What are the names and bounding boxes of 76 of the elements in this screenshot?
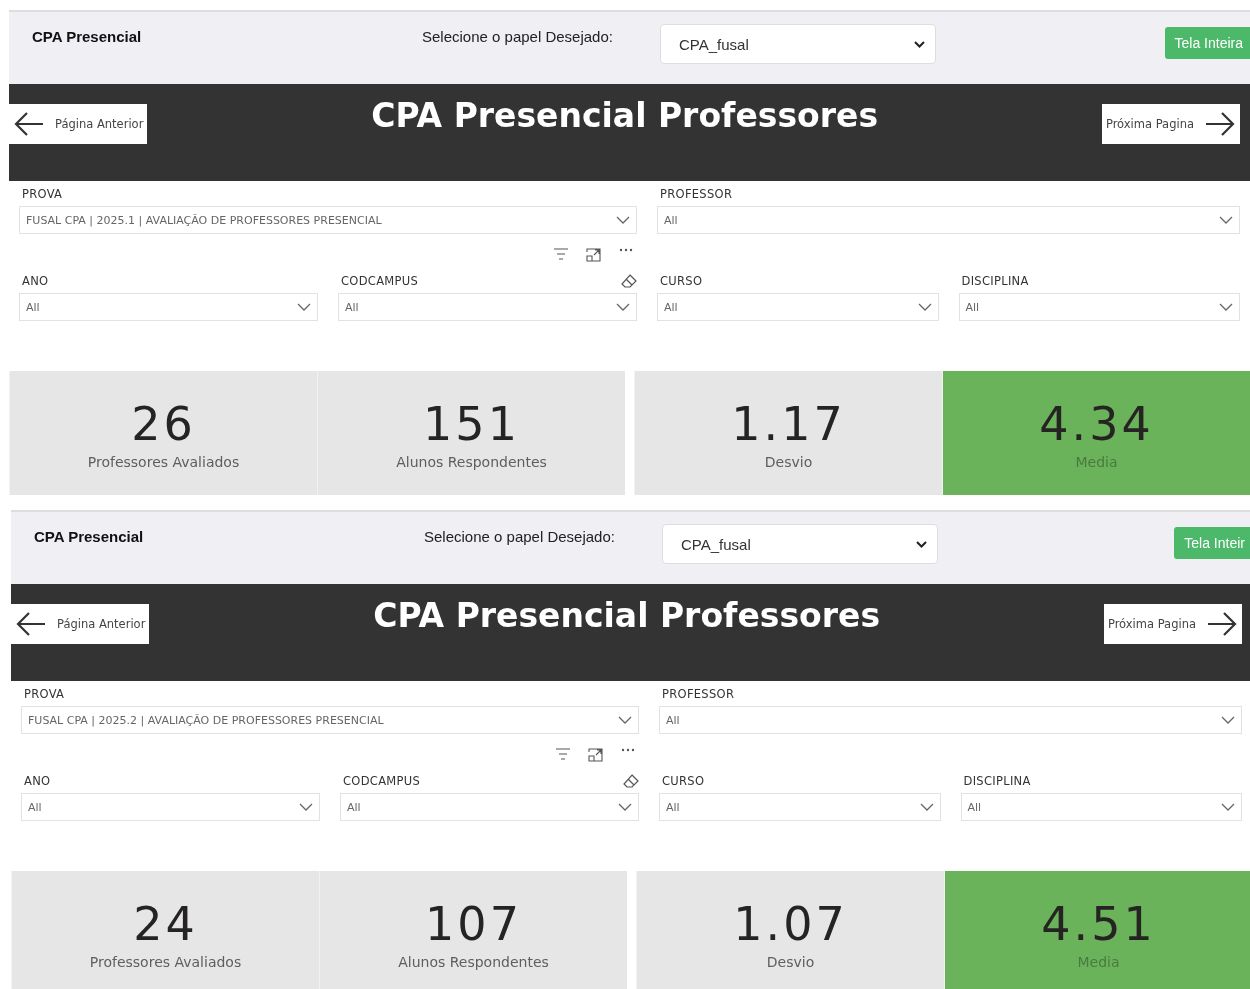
previous-page-button[interactable]: Página Anterior (9, 104, 148, 144)
app-title: CPA Presencial (34, 528, 145, 545)
slicer-dropdown[interactable]: All (21, 793, 320, 821)
slicer-label: ANO (22, 274, 49, 288)
slicer-dropdown[interactable]: All (659, 706, 1242, 734)
kpi-value: 1.07 (733, 899, 848, 950)
slicer-label: CURSO (662, 774, 705, 788)
arrow-right-icon (1206, 611, 1238, 637)
role-select[interactable]: CPA_fusal (662, 524, 938, 564)
more-options-icon[interactable] (621, 748, 635, 752)
slicer-dropdown[interactable]: All (19, 293, 318, 321)
slicer-label: CODCAMPUS (343, 774, 421, 788)
more-options-icon[interactable] (619, 248, 633, 252)
focus-mode-icon[interactable] (588, 748, 603, 762)
chevron-down-icon (1219, 216, 1233, 224)
chevron-down-icon (1219, 303, 1233, 311)
slicer-label: PROFESSOR (662, 687, 735, 701)
slicer-label: ANO (24, 774, 51, 788)
slicer-dropdown[interactable]: All (657, 293, 939, 321)
slicer-dropdown[interactable]: All (960, 793, 1242, 821)
slicer-label: CURSO (660, 274, 703, 288)
chevron-down-icon (916, 540, 927, 548)
kpi-label: Professores Avaliados (89, 953, 242, 970)
kpi-value: 4.34 (1039, 399, 1154, 450)
slicer-dropdown[interactable]: All (338, 293, 637, 321)
previous-page-button[interactable]: Página Anterior (11, 604, 150, 644)
eraser-icon[interactable] (623, 774, 639, 788)
slicer-dropdown[interactable]: FUSAL CPA | 2025.2 | AVALIAÇÃO DE PROFESSORES PRESENCIAL (21, 706, 639, 734)
next-page-button[interactable]: Próxima Pagina (1103, 604, 1242, 644)
slicer-dropdown[interactable]: All (340, 793, 639, 821)
chevron-down-icon (1221, 716, 1235, 724)
role-select[interactable]: CPA_fusal (660, 24, 936, 64)
kpi-value: 24 (133, 899, 198, 950)
slicer-dropdown[interactable]: All (659, 793, 941, 821)
kpi-value: 4.51 (1041, 899, 1156, 950)
slicer-dropdown[interactable]: All (657, 206, 1240, 234)
chevron-down-icon (616, 303, 630, 311)
chevron-down-icon (919, 803, 934, 811)
chevron-down-icon (618, 716, 632, 724)
slicer-label: PROVA (24, 687, 65, 701)
role-label: Selecione o papel Desejado: (424, 528, 616, 545)
kpi-label: Alunos Respondentes (398, 953, 549, 970)
report-title: CPA Presencial Professores (373, 596, 881, 635)
kpi-label: Media (1077, 953, 1120, 970)
report-title: CPA Presencial Professores (371, 96, 879, 135)
chevron-down-icon (299, 803, 313, 811)
arrow-right-icon (1204, 111, 1236, 137)
slicer-label: PROVA (22, 187, 63, 201)
kpi-value: 26 (131, 399, 196, 450)
kpi-value: 1.17 (731, 399, 846, 450)
slicer-label: DISCIPLINA (961, 274, 1029, 288)
eraser-icon[interactable] (621, 274, 637, 288)
kpi-label: Alunos Respondentes (396, 453, 547, 470)
role-label: Selecione o papel Desejado: (422, 28, 614, 45)
app-title: CPA Presencial (32, 28, 143, 45)
kpi-label: Desvio (766, 953, 815, 970)
slicer-label: PROFESSOR (660, 187, 733, 201)
chevron-down-icon (616, 216, 630, 224)
chevron-down-icon (297, 303, 311, 311)
next-page-button[interactable]: Próxima Pagina (1101, 104, 1240, 144)
slicer-label: CODCAMPUS (341, 274, 419, 288)
chevron-down-icon (917, 303, 932, 311)
kpi-label: Desvio (764, 453, 813, 470)
kpi-value: 107 (425, 899, 522, 950)
arrow-left-icon (15, 611, 47, 637)
chevron-down-icon (1221, 803, 1235, 811)
kpi-value: 151 (423, 399, 520, 450)
kpi-label: Media (1075, 453, 1118, 470)
chevron-down-icon (914, 40, 925, 48)
slicer-dropdown[interactable]: All (958, 293, 1240, 321)
slicer-dropdown[interactable]: FUSAL CPA | 2025.1 | AVALIAÇÃO DE PROFESSORES PRESENCIAL (19, 206, 637, 234)
chevron-down-icon (618, 803, 632, 811)
focus-mode-icon[interactable] (586, 248, 601, 262)
arrow-left-icon (13, 111, 45, 137)
kpi-label: Professores Avaliados (87, 453, 240, 470)
slicer-label: DISCIPLINA (963, 774, 1031, 788)
